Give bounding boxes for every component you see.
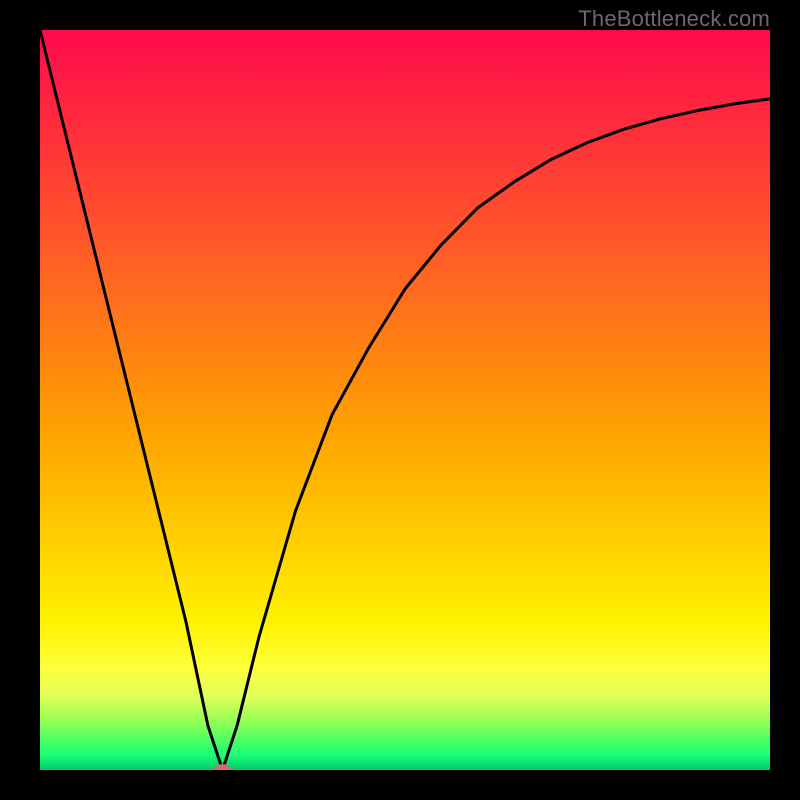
plot-area (40, 30, 770, 770)
chart-container: TheBottleneck.com (0, 0, 800, 800)
curve-svg (40, 30, 770, 770)
bottleneck-curve (40, 30, 770, 770)
minimum-marker (213, 764, 232, 770)
watermark-text: TheBottleneck.com (578, 6, 770, 32)
